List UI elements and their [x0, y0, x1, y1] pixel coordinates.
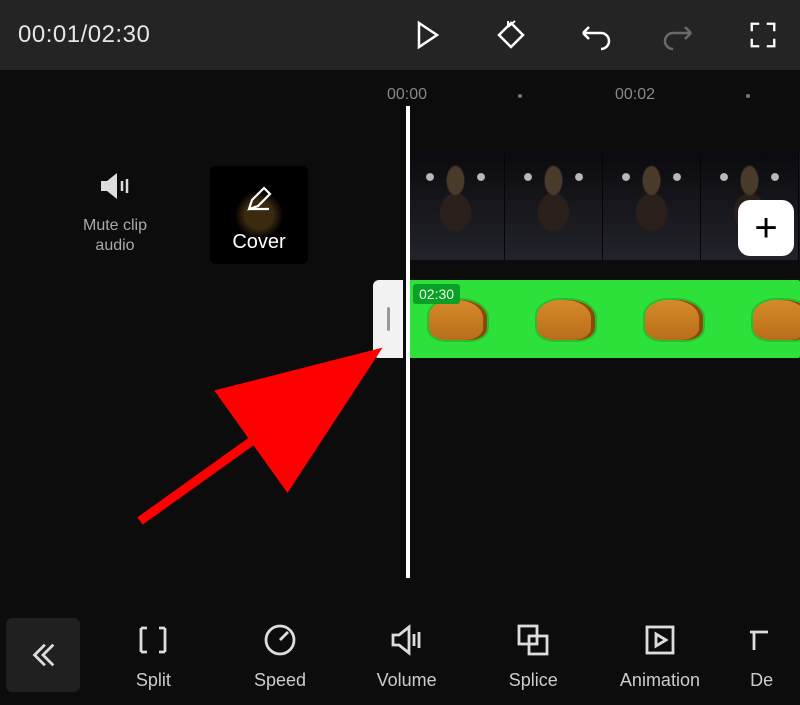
- annotation-arrow: [130, 346, 390, 526]
- delete-label: De: [742, 670, 782, 691]
- ruler-tick-1: 00:02: [615, 86, 655, 104]
- back-button[interactable]: [6, 618, 80, 692]
- delete-button[interactable]: De: [742, 620, 782, 691]
- add-clip-button[interactable]: +: [738, 200, 794, 256]
- playhead[interactable]: [406, 106, 410, 578]
- speed-icon: [260, 620, 300, 660]
- timecode: 00:01/02:30: [18, 21, 150, 49]
- ruler-tick-0: 00:00: [387, 86, 427, 104]
- clip-duration-badge: 02:30: [413, 284, 460, 304]
- clip-frame: [505, 154, 603, 260]
- volume-label: Volume: [362, 670, 452, 691]
- left-controls: Mute clipaudio Cover: [70, 166, 308, 264]
- play-button[interactable]: [408, 16, 446, 54]
- bottom-toolbar: Split Speed Volume Spli: [0, 605, 800, 705]
- clip-frame: [515, 280, 623, 358]
- tracks: + 02:30: [407, 154, 800, 358]
- splice-icon: [513, 620, 553, 660]
- current-time: 00:01: [18, 21, 81, 48]
- clip-frame: [407, 154, 505, 260]
- animation-button[interactable]: Animation: [615, 620, 705, 691]
- timeline-area: Mute clipaudio Cover + 02:30: [0, 116, 800, 606]
- split-label: Split: [108, 670, 198, 691]
- ruler-dot: [746, 94, 750, 98]
- split-icon: [133, 620, 173, 660]
- cover-button[interactable]: Cover: [210, 166, 308, 264]
- speaker-icon: [94, 166, 136, 208]
- redo-button[interactable]: [660, 16, 698, 54]
- ruler-dot: [518, 94, 522, 98]
- mute-clip-audio-button[interactable]: Mute clipaudio: [70, 166, 160, 256]
- mute-label: Mute clipaudio: [70, 216, 160, 256]
- animation-icon: [640, 620, 680, 660]
- edit-icon: [246, 186, 272, 212]
- undo-button[interactable]: [576, 16, 614, 54]
- animation-label: Animation: [615, 670, 705, 691]
- video-track-2[interactable]: 02:30: [407, 280, 800, 358]
- fullscreen-button[interactable]: [744, 16, 782, 54]
- volume-button[interactable]: Volume: [362, 620, 452, 691]
- total-time: 02:30: [88, 21, 151, 48]
- top-bar: 00:01/02:30: [0, 0, 800, 70]
- plus-icon: +: [754, 206, 777, 251]
- clip-frame: [731, 280, 800, 358]
- splice-button[interactable]: Splice: [488, 620, 578, 691]
- speed-button[interactable]: Speed: [235, 620, 325, 691]
- delete-icon: [742, 620, 782, 660]
- keyframe-button[interactable]: [492, 16, 530, 54]
- split-button[interactable]: Split: [108, 620, 198, 691]
- clip-trim-handle[interactable]: [373, 280, 403, 358]
- volume-icon: [387, 620, 427, 660]
- clip-frame: [623, 280, 731, 358]
- speed-label: Speed: [235, 670, 325, 691]
- timeline-ruler[interactable]: 00:00 00:02: [0, 80, 800, 116]
- cover-label: Cover: [232, 231, 285, 254]
- top-icons: [408, 16, 782, 54]
- clip-frame: [603, 154, 701, 260]
- splice-label: Splice: [488, 670, 578, 691]
